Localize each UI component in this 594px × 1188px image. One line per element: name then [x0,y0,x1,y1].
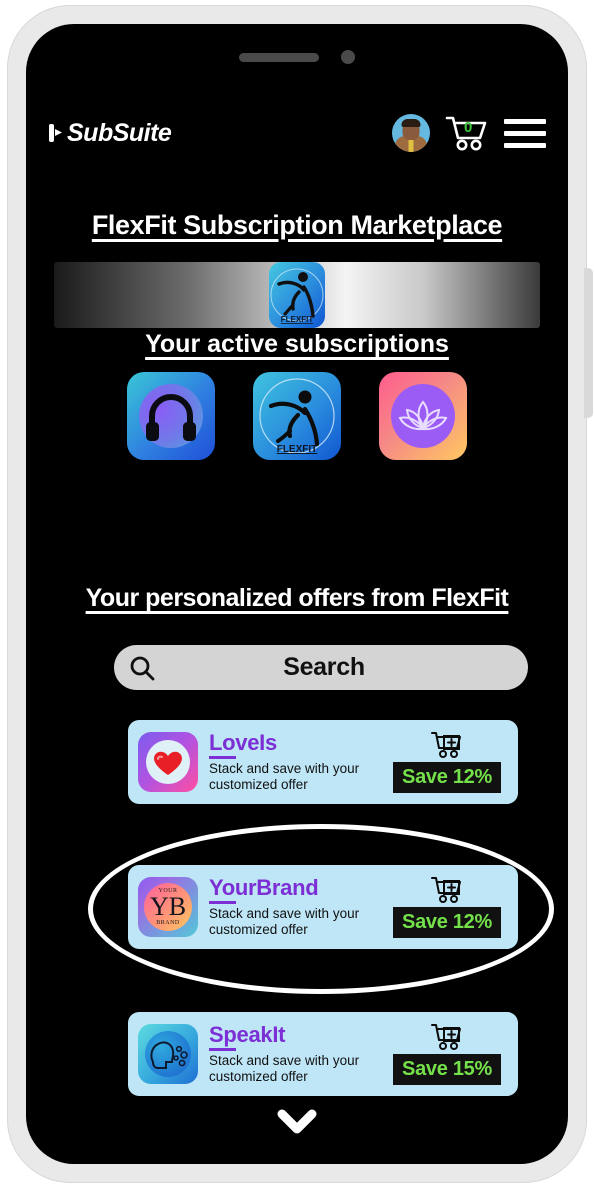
add-to-cart-icon[interactable] [430,876,464,906]
personalized-offers-title: Your personalized offers from FlexFit [85,584,509,612]
offer-description: Stack and save with your customized offe… [209,906,360,938]
app-header: SubSuite 0 [26,114,568,152]
page-title: FlexFit Subscription Marketplace [91,210,503,240]
offer-text: LoveIs Stack and save with your customiz… [209,731,386,793]
yourbrand-icon-monogram: YB [149,892,187,921]
save-badge: Save 15% [393,1054,501,1085]
avatar-tie [408,139,414,152]
offer-description: Stack and save with your customized offe… [209,1053,360,1085]
subsuite-logo-icon [48,122,63,144]
offer-actions: Save 12% [386,876,508,938]
tile-label-flexfit: FLEXFIT [277,444,318,455]
svg-text:FLEXFIT: FLEXFIT [281,315,314,324]
cart-count-badge: 0 [464,119,473,136]
camera-icon [341,50,355,64]
speaker-icon [239,52,319,62]
avatar-hair [401,119,421,127]
yourbrand-monogram-icon: YOUR YB BRAND [138,877,198,937]
subscription-tile-headphones[interactable] [127,372,215,460]
phone-screen: SubSuite 0 FlexFit Subscription Marketpl… [26,24,568,1164]
offer-name: YourBrand [209,875,319,901]
flexfit-runner-icon: FLEXFIT [259,378,335,455]
chevron-down-icon [277,1109,317,1134]
offer-card-yourbrand[interactable]: YOUR YB BRAND YourBrand Stack and save w… [128,865,518,949]
yourbrand-icon-text-bottom: BRAND [156,920,180,926]
cart-button[interactable]: 0 [444,114,490,152]
offer-divider [209,901,236,905]
add-to-cart-icon[interactable] [430,731,464,761]
brand-name: SubSuite [67,118,172,147]
scroll-down-button[interactable] [277,1109,317,1140]
speaking-head-icon [138,1024,198,1084]
offer-name: SpeakIt [209,1022,286,1048]
phone-frame: SubSuite 0 FlexFit Subscription Marketpl… [8,6,593,1182]
offer-divider [209,756,236,760]
phone-side-button[interactable] [584,268,593,418]
offer-card-speakit[interactable]: SpeakIt Stack and save with your customi… [128,1012,518,1096]
subscription-tile-flexfit[interactable]: FLEXFIT [253,372,341,460]
offer-name: LoveIs [209,730,277,756]
hero-banner[interactable]: FLEXFIT [54,262,540,328]
offer-actions: Save 15% [386,1023,508,1085]
phone-notch [26,50,568,64]
offer-description: Stack and save with your customized offe… [209,761,360,793]
brand-logo[interactable]: SubSuite [48,118,172,148]
offer-text: SpeakIt Stack and save with your customi… [209,1023,386,1085]
offer-actions: Save 12% [386,731,508,793]
subscription-tile-lotus[interactable] [379,372,467,460]
save-badge: Save 12% [393,762,501,793]
hamburger-menu-icon[interactable] [504,118,546,148]
save-badge: Save 12% [393,907,501,938]
search-icon [114,654,170,682]
heart-icon [138,732,198,792]
user-avatar[interactable] [392,114,430,152]
offer-text: YourBrand Stack and save with your custo… [209,876,386,938]
offer-divider [209,1048,236,1052]
active-subscriptions-list: FLEXFIT [26,372,568,460]
lotus-icon [398,400,448,431]
active-subscriptions-title: Your active subscriptions [145,330,449,358]
flexfit-runner-icon: FLEXFIT [265,256,329,334]
header-actions: 0 [392,114,546,152]
offer-card-loveis[interactable]: LoveIs Stack and save with your customiz… [128,720,518,804]
add-to-cart-icon[interactable] [430,1023,464,1053]
headphones-icon [146,394,196,441]
search-input[interactable]: Search [114,645,528,690]
search-label: Search [283,653,365,681]
